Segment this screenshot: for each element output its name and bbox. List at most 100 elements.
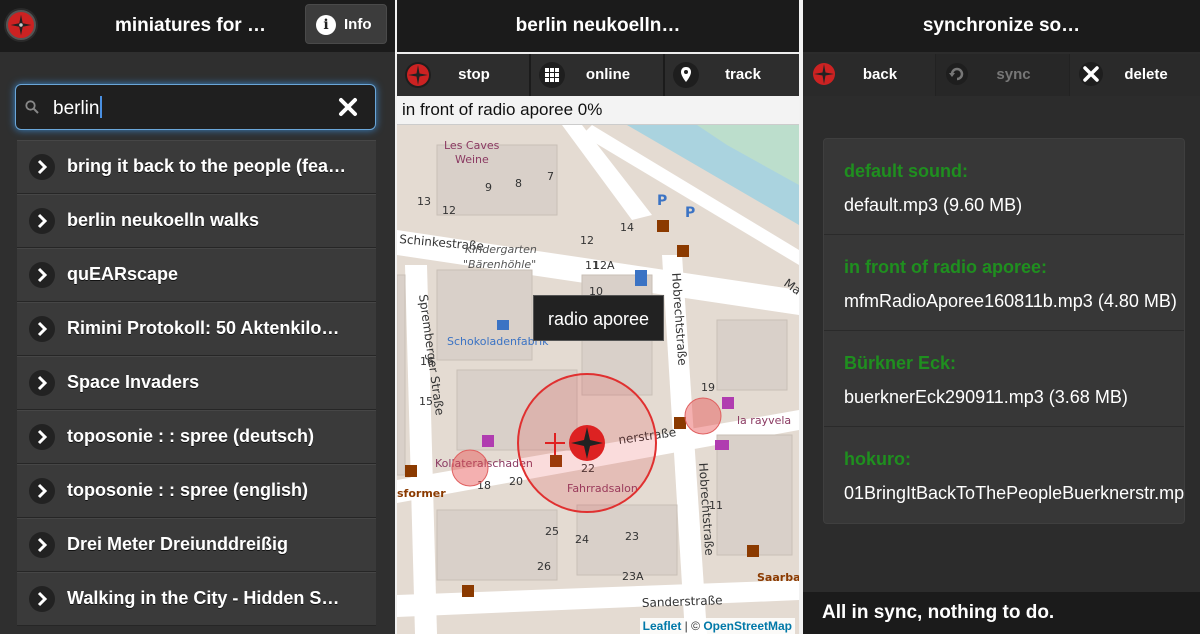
- poi-label: Weine: [455, 153, 489, 166]
- house-number: 13: [417, 195, 431, 208]
- search-input[interactable]: berlin: [53, 96, 102, 120]
- leaflet-link[interactable]: Leaflet: [643, 619, 682, 633]
- online-button-label: online: [585, 66, 631, 83]
- list-item-label: quEARscape: [67, 264, 179, 284]
- list-item[interactable]: berlin neukoelln walks: [17, 194, 376, 248]
- house-number: 26: [537, 560, 551, 573]
- attribution-separator: | ©: [681, 619, 704, 633]
- house-number: 23: [625, 530, 639, 543]
- list-item[interactable]: toposonie : : spree (english): [17, 464, 376, 518]
- tour-list: bring it back to the people (fea… berlin…: [17, 140, 376, 626]
- list-item-label: Walking in the City - Hidden S…: [67, 588, 340, 608]
- house-number: 19: [701, 381, 715, 394]
- track-button[interactable]: track: [665, 54, 799, 96]
- cafe-icon: [747, 545, 759, 557]
- house-number: 11: [585, 259, 599, 272]
- stop-button[interactable]: stop: [397, 54, 530, 96]
- clear-search-icon[interactable]: [335, 94, 361, 120]
- list-item[interactable]: Walking in the City - Hidden S…: [17, 572, 376, 626]
- header: miniatures for … i Info: [0, 0, 395, 52]
- ticket-icon: [715, 440, 729, 450]
- sync-button-label: sync: [996, 66, 1031, 83]
- list-item-label: berlin neukoelln walks: [67, 210, 260, 230]
- sound-name: Bürkner Eck:: [844, 353, 957, 373]
- map-panel: berlin neukoelln… stop online track in f…: [397, 0, 799, 634]
- cafe-icon: [657, 220, 669, 232]
- house-number: 11: [709, 499, 723, 512]
- page-title: miniatures for …: [115, 15, 266, 36]
- list-item-label: Rimini Protokoll: 50 Aktenkilo…: [67, 318, 340, 338]
- sync-toolbar: back sync delete: [803, 54, 1200, 96]
- sync-panel: synchronize so… back sync delete default…: [803, 0, 1200, 634]
- info-icon: i: [316, 15, 336, 35]
- house-number: 15: [419, 395, 433, 408]
- player-toolbar: stop online track: [397, 54, 799, 96]
- tour-list-panel: miniatures for … i Info berlin bring it …: [0, 0, 395, 634]
- chevron-right-icon: [29, 532, 55, 558]
- house-number: 8: [515, 177, 522, 190]
- track-button-label: track: [725, 66, 761, 83]
- poi-label: la rayvela: [737, 414, 791, 427]
- chevron-right-icon: [29, 586, 55, 612]
- chevron-right-icon: [29, 262, 55, 288]
- map-attribution: Leaflet | © OpenStreetMap: [639, 618, 795, 634]
- house-number: 16: [420, 355, 434, 368]
- list-item[interactable]: bring it back to the people (fea…: [17, 140, 376, 194]
- list-item[interactable]: Drei Meter Dreiunddreißig: [17, 518, 376, 572]
- header: synchronize so…: [803, 0, 1200, 52]
- delete-button-label: delete: [1124, 66, 1168, 83]
- compass-icon[interactable]: [6, 10, 36, 40]
- list-item[interactable]: Space Invaders: [17, 356, 376, 410]
- info-button-label: Info: [344, 16, 372, 33]
- online-button[interactable]: online: [531, 54, 664, 96]
- sound-zone[interactable]: [451, 449, 489, 487]
- list-item-label: toposonie : : spree (english): [67, 480, 309, 500]
- stop-button-label: stop: [458, 66, 490, 83]
- list-item-label: bring it back to the people (fea…: [67, 156, 347, 176]
- info-button[interactable]: i Info: [305, 4, 387, 44]
- map[interactable]: Les Caves Weine Schinkestraße Kindergart…: [397, 125, 799, 634]
- chevron-right-icon: [29, 208, 55, 234]
- sound-file: buerknerEck290911.mp3 (3.68 MB): [844, 387, 1128, 407]
- sound-zone[interactable]: [684, 397, 722, 435]
- poi-label: Kindergarten: [465, 243, 537, 256]
- map-tiles: Les Caves Weine Schinkestraße Kindergart…: [397, 125, 799, 634]
- header: berlin neukoelln…: [397, 0, 799, 52]
- sound-file-row: default sound: default.mp3 (9.60 MB): [824, 139, 1184, 235]
- cafe-icon: [674, 417, 686, 429]
- shop-icon: [635, 270, 647, 286]
- list-item-label: toposonie : : spree (deutsch): [67, 426, 315, 446]
- sound-file-list: default sound: default.mp3 (9.60 MB) in …: [823, 138, 1185, 524]
- sync-button[interactable]: sync: [936, 54, 1069, 96]
- sound-name: hokuro:: [844, 449, 911, 469]
- osm-link[interactable]: OpenStreetMap: [703, 619, 792, 633]
- pub-icon: [677, 245, 689, 257]
- map-popup[interactable]: radio aporee: [533, 295, 664, 341]
- poi-label: Saarbach: [757, 571, 799, 584]
- clothes-icon: [722, 397, 734, 409]
- house-number: 23A: [622, 570, 644, 583]
- list-item[interactable]: Rimini Protokoll: 50 Aktenkilo…: [17, 302, 376, 356]
- list-item-label: Drei Meter Dreiunddreißig: [67, 534, 289, 554]
- sound-file-row: in front of radio aporee: mfmRadioAporee…: [824, 235, 1184, 331]
- back-button-label: back: [862, 66, 898, 83]
- house-number: 12: [442, 204, 456, 217]
- delete-button[interactable]: delete: [1070, 54, 1200, 96]
- sound-file-row: Bürkner Eck: buerknerEck290911.mp3 (3.68…: [824, 331, 1184, 427]
- chevron-right-icon: [29, 154, 55, 180]
- poi-label: "Bärenhöhle": [463, 258, 536, 271]
- chevron-right-icon: [29, 424, 55, 450]
- house-number: 7: [547, 170, 554, 183]
- toy-icon: [497, 320, 509, 330]
- search-icon: [25, 100, 39, 114]
- search-field[interactable]: berlin: [15, 84, 376, 130]
- list-item[interactable]: toposonie : : spree (deutsch): [17, 410, 376, 464]
- list-item[interactable]: quEARscape: [17, 248, 376, 302]
- list-item-label: Space Invaders: [67, 372, 200, 392]
- back-button[interactable]: back: [803, 54, 935, 96]
- house-number: 25: [545, 525, 559, 538]
- clothes-icon: [482, 435, 494, 447]
- parking-icon: P: [685, 205, 695, 221]
- chevron-right-icon: [29, 478, 55, 504]
- chevron-right-icon: [29, 370, 55, 396]
